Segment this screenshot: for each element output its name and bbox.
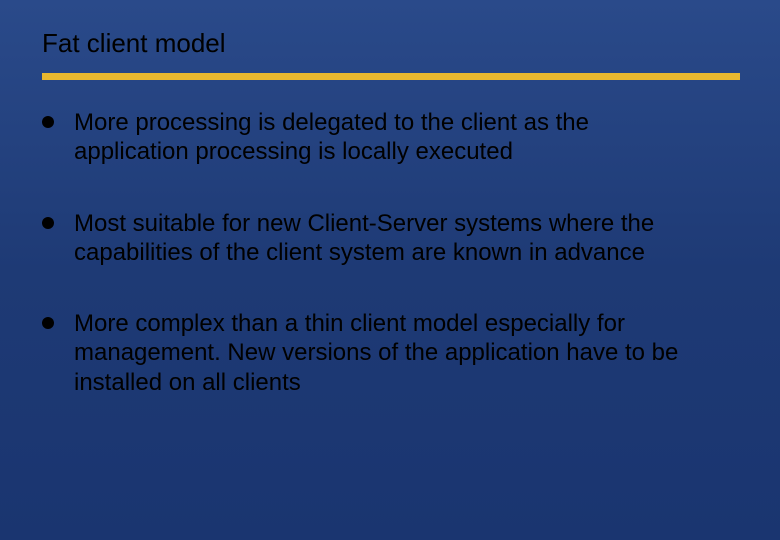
bullet-text: Most suitable for new Client-Server syst… bbox=[74, 209, 704, 268]
slide-title: Fat client model bbox=[42, 28, 740, 59]
bullet-icon bbox=[42, 116, 54, 128]
list-item: More processing is delegated to the clie… bbox=[40, 108, 740, 167]
bullet-text: More complex than a thin client model es… bbox=[74, 309, 704, 397]
slide: Fat client model More processing is dele… bbox=[0, 0, 780, 540]
bullet-text: More processing is delegated to the clie… bbox=[74, 108, 704, 167]
list-item: Most suitable for new Client-Server syst… bbox=[40, 209, 740, 268]
title-underline bbox=[42, 73, 740, 80]
bullet-list: More processing is delegated to the clie… bbox=[40, 108, 740, 397]
bullet-icon bbox=[42, 217, 54, 229]
list-item: More complex than a thin client model es… bbox=[40, 309, 740, 397]
bullet-icon bbox=[42, 317, 54, 329]
